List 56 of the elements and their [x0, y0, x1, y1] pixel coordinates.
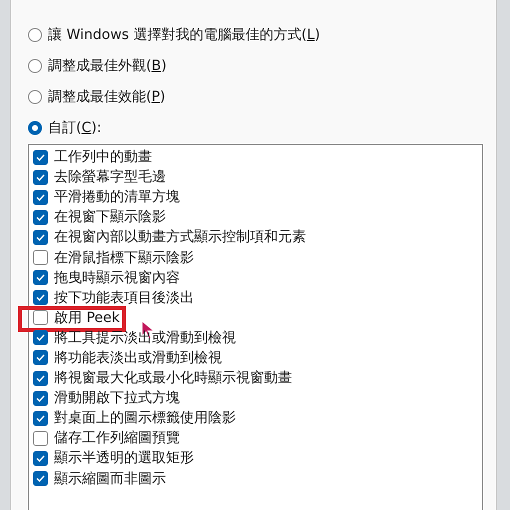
- checkmark-icon: [36, 394, 45, 402]
- checkmark-icon: [36, 274, 45, 282]
- checkbox[interactable]: [33, 390, 48, 406]
- checkbox[interactable]: [33, 410, 48, 426]
- checkbox[interactable]: [33, 350, 48, 366]
- checkbox-label[interactable]: 將功能表淡出或滑動到檢視: [54, 348, 222, 367]
- checkbox[interactable]: [33, 250, 48, 266]
- checkbox-label[interactable]: 在視窗下顯示陰影: [54, 208, 166, 226]
- checkbox[interactable]: [33, 190, 48, 205]
- radio-button[interactable]: [28, 120, 42, 134]
- checkbox-label[interactable]: 在滑鼠指標下顯示陰影: [54, 248, 194, 267]
- checkmark-icon: [36, 454, 45, 462]
- checkmark-icon: [36, 475, 45, 482]
- checkmark-icon: [36, 414, 45, 422]
- checkbox[interactable]: [33, 330, 48, 346]
- checkmark-icon: [36, 374, 45, 382]
- checkbox-label[interactable]: 顯示半透明的選取矩形: [54, 449, 194, 468]
- radio-button[interactable]: [28, 90, 42, 104]
- checkmark-icon: [36, 354, 45, 362]
- checkmark-icon: [36, 334, 45, 342]
- checkmark-icon: [36, 294, 45, 302]
- checkbox-label[interactable]: 將視窗最大化或最小化時顯示視窗動畫: [54, 369, 292, 388]
- checkbox[interactable]: [33, 170, 48, 185]
- radio-label[interactable]: 讓 Windows 選擇對我的電腦最佳的方式(L): [48, 26, 320, 44]
- checkbox[interactable]: [33, 471, 48, 486]
- checkbox[interactable]: [33, 230, 48, 245]
- checkbox-label[interactable]: 滑動開啟下拉式方塊: [54, 389, 180, 408]
- checkmark-icon: [36, 194, 45, 201]
- checkbox-label[interactable]: 將工具提示淡出或滑動到檢視: [54, 328, 236, 347]
- checkbox[interactable]: [33, 210, 48, 225]
- checkbox[interactable]: [33, 450, 48, 466]
- checkbox-label[interactable]: 拖曳時顯示視窗內容: [54, 268, 180, 287]
- checkmark-icon: [36, 154, 45, 161]
- checkmark-icon: [36, 214, 45, 221]
- checkbox[interactable]: [33, 370, 48, 386]
- checkbox-label[interactable]: 啟用 Peek: [54, 308, 120, 327]
- checkbox[interactable]: [33, 270, 48, 286]
- checkbox-label[interactable]: 對桌面上的圖示標籤使用陰影: [54, 409, 236, 428]
- checkmark-icon: [36, 234, 45, 241]
- radio-label[interactable]: 自訂(C):: [48, 118, 102, 136]
- checkbox-label[interactable]: 顯示縮圖而非圖示: [54, 470, 166, 488]
- checkbox-label[interactable]: 工作列中的動畫: [54, 148, 152, 166]
- checkbox-label[interactable]: 儲存工作列縮圖預覽: [54, 429, 180, 448]
- checkbox-label[interactable]: 去除螢幕字型毛邊: [54, 168, 166, 186]
- checkbox-label[interactable]: 平滑捲動的清單方塊: [54, 188, 180, 206]
- checkbox-label[interactable]: 在視窗內部以動畫方式顯示控制項和元素: [54, 228, 306, 246]
- radio-label[interactable]: 調整成最佳效能(P): [48, 88, 166, 106]
- checkbox[interactable]: [33, 150, 48, 165]
- checkmark-icon: [36, 174, 45, 181]
- radio-button[interactable]: [28, 58, 42, 72]
- checkbox-label[interactable]: 按下功能表項目後淡出: [54, 288, 194, 307]
- radio-button[interactable]: [28, 28, 42, 42]
- checkbox[interactable]: [33, 430, 48, 446]
- radio-label[interactable]: 調整成最佳外觀(B): [48, 56, 167, 74]
- checkbox[interactable]: [33, 290, 48, 306]
- checkbox[interactable]: [33, 310, 48, 326]
